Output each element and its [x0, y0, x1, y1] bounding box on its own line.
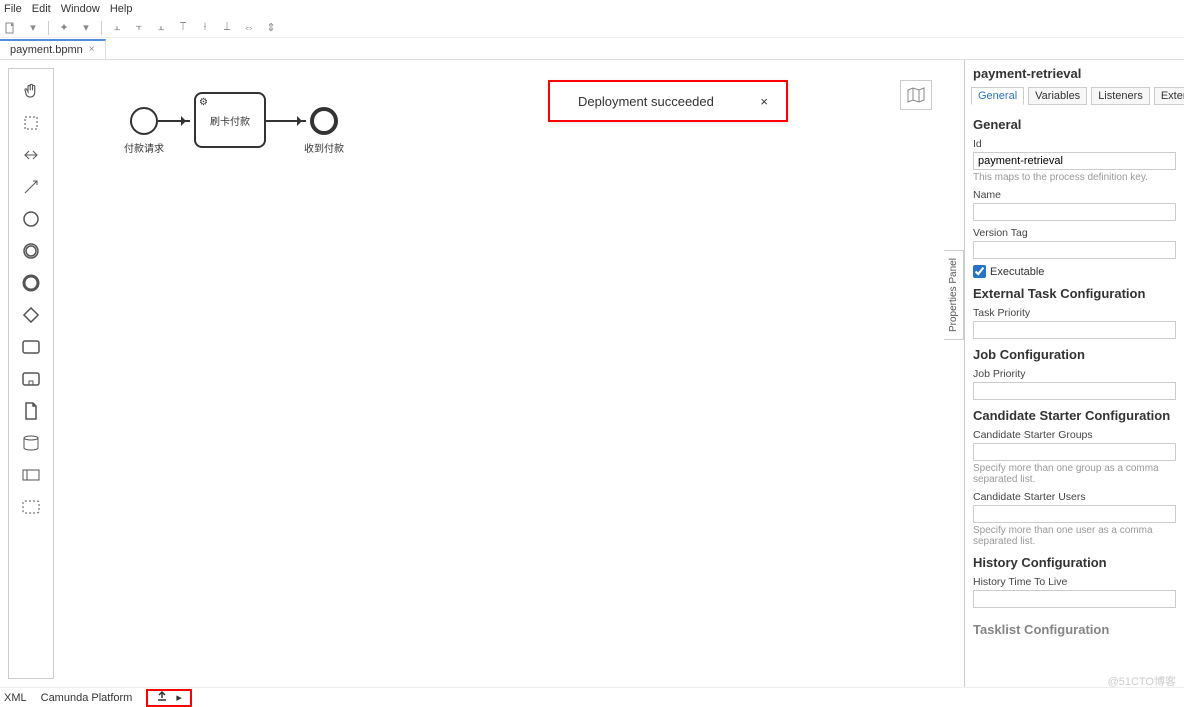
minimap-toggle[interactable]	[900, 80, 932, 110]
executable-checkbox[interactable]	[973, 265, 986, 278]
gateway-icon[interactable]	[16, 301, 46, 329]
cand-groups-label: Candidate Starter Groups	[973, 429, 1176, 441]
space-tool-icon[interactable]	[16, 141, 46, 169]
history-ttl-label: History Time To Live	[973, 576, 1176, 588]
props-toggle[interactable]: Properties Panel	[944, 250, 964, 340]
hand-tool-icon[interactable]	[16, 77, 46, 105]
watermark: @51CTO博客	[1108, 673, 1176, 689]
connect-tool-icon[interactable]	[16, 173, 46, 201]
file-tab[interactable]: payment.bpmn ×	[0, 39, 106, 59]
tab-label: payment.bpmn	[10, 44, 83, 56]
task-icon[interactable]	[16, 333, 46, 361]
tab-extensions[interactable]: Extensions	[1154, 87, 1184, 105]
start-event[interactable]	[130, 107, 158, 135]
file-tabs: payment.bpmn ×	[0, 38, 1184, 60]
subprocess-icon[interactable]	[16, 365, 46, 393]
run-icon[interactable]: ▸	[176, 691, 182, 704]
section-history: History Configuration	[973, 555, 1176, 570]
data-store-icon[interactable]	[16, 429, 46, 457]
map-icon	[907, 87, 925, 103]
distribute-h-icon[interactable]: ⇔	[242, 21, 256, 35]
new-file-icon[interactable]	[4, 21, 18, 35]
id-field[interactable]	[973, 152, 1176, 170]
tab-variables[interactable]: Variables	[1028, 87, 1087, 105]
close-icon[interactable]: ×	[760, 94, 768, 109]
platform-tab[interactable]: Camunda Platform	[41, 692, 133, 704]
menu-help[interactable]: Help	[110, 3, 133, 15]
align-middle-icon[interactable]: ⟊	[198, 21, 212, 35]
version-label: Version Tag	[973, 227, 1176, 239]
end-event-label: 收到付款	[304, 140, 344, 155]
name-label: Name	[973, 189, 1176, 201]
intermediate-event-icon[interactable]	[16, 237, 46, 265]
job-priority-field[interactable]	[973, 382, 1176, 400]
tab-general[interactable]: General	[971, 87, 1024, 105]
sequence-flow[interactable]	[158, 120, 190, 122]
name-field[interactable]	[973, 203, 1176, 221]
history-ttl-field[interactable]	[973, 590, 1176, 608]
align-center-icon[interactable]: ⫟	[132, 21, 146, 35]
start-event-label: 付款请求	[124, 140, 164, 155]
cand-groups-hint: Specify more than one group as a comma s…	[973, 463, 1176, 485]
tool-palette	[8, 68, 54, 679]
task-label: 刷卡付款	[210, 113, 250, 128]
id-label: Id	[973, 138, 1176, 150]
props-body: General Id This maps to the process defi…	[965, 109, 1184, 651]
end-event[interactable]	[310, 107, 338, 135]
cand-users-field[interactable]	[973, 505, 1176, 523]
menu-window[interactable]: Window	[61, 3, 100, 15]
job-priority-label: Job Priority	[973, 368, 1176, 380]
deploy-controls: ▸	[146, 689, 192, 707]
canvas[interactable]: 付款请求 ⚙ 刷卡付款 收到付款	[54, 60, 964, 687]
task-priority-label: Task Priority	[973, 307, 1176, 319]
menu-edit[interactable]: Edit	[32, 3, 51, 15]
pool-icon[interactable]	[16, 461, 46, 489]
distribute-v-icon[interactable]: ⇕	[264, 21, 278, 35]
section-candidate: Candidate Starter Configuration	[973, 408, 1176, 423]
cand-users-label: Candidate Starter Users	[973, 491, 1176, 503]
section-tasklist: Tasklist Configuration	[973, 622, 1176, 637]
dropdown-icon[interactable]: ▾	[26, 21, 40, 35]
main-area: 付款请求 ⚙ 刷卡付款 收到付款 payment-retrieval Gener…	[0, 60, 1184, 687]
magic-icon[interactable]: ✦	[57, 21, 71, 35]
cand-groups-field[interactable]	[973, 443, 1176, 461]
menu-file[interactable]: File	[4, 3, 22, 15]
footer: XML Camunda Platform ▸	[0, 687, 1184, 707]
deploy-icon[interactable]	[156, 690, 168, 705]
executable-label: Executable	[990, 266, 1044, 278]
props-title: payment-retrieval	[965, 60, 1184, 87]
cand-users-hint: Specify more than one user as a comma se…	[973, 525, 1176, 547]
section-external-task: External Task Configuration	[973, 286, 1176, 301]
align-right-icon[interactable]: ⫠	[154, 21, 168, 35]
toast-message: Deployment succeeded	[578, 94, 714, 109]
align-top-icon[interactable]: ⟙	[176, 21, 190, 35]
deployment-toast: Deployment succeeded ×	[548, 80, 788, 122]
data-object-icon[interactable]	[16, 397, 46, 425]
group-icon[interactable]	[16, 493, 46, 521]
properties-panel: payment-retrieval General Variables List…	[964, 60, 1184, 687]
sequence-flow[interactable]	[266, 120, 306, 122]
align-bottom-icon[interactable]: ⟘	[220, 21, 234, 35]
service-task[interactable]: ⚙ 刷卡付款	[194, 92, 266, 148]
close-icon[interactable]: ×	[89, 44, 95, 55]
gear-icon: ⚙	[199, 97, 208, 108]
toolbar: ▾ ✦ ▾ ⫠ ⫟ ⫠ ⟙ ⟊ ⟘ ⇔ ⇕	[0, 18, 1184, 38]
executable-row: Executable	[973, 265, 1176, 278]
separator	[48, 21, 49, 35]
props-tabs: General Variables Listeners Extensions	[965, 87, 1184, 109]
menubar: File Edit Window Help	[0, 0, 1184, 18]
end-event-icon[interactable]	[16, 269, 46, 297]
section-general: General	[973, 117, 1176, 132]
lasso-tool-icon[interactable]	[16, 109, 46, 137]
id-hint: This maps to the process definition key.	[973, 172, 1176, 183]
align-left-icon[interactable]: ⫠	[110, 21, 124, 35]
dropdown-icon[interactable]: ▾	[79, 21, 93, 35]
separator	[101, 21, 102, 35]
task-priority-field[interactable]	[973, 321, 1176, 339]
start-event-icon[interactable]	[16, 205, 46, 233]
tab-listeners[interactable]: Listeners	[1091, 87, 1150, 105]
xml-tab[interactable]: XML	[4, 692, 27, 704]
version-field[interactable]	[973, 241, 1176, 259]
section-job: Job Configuration	[973, 347, 1176, 362]
